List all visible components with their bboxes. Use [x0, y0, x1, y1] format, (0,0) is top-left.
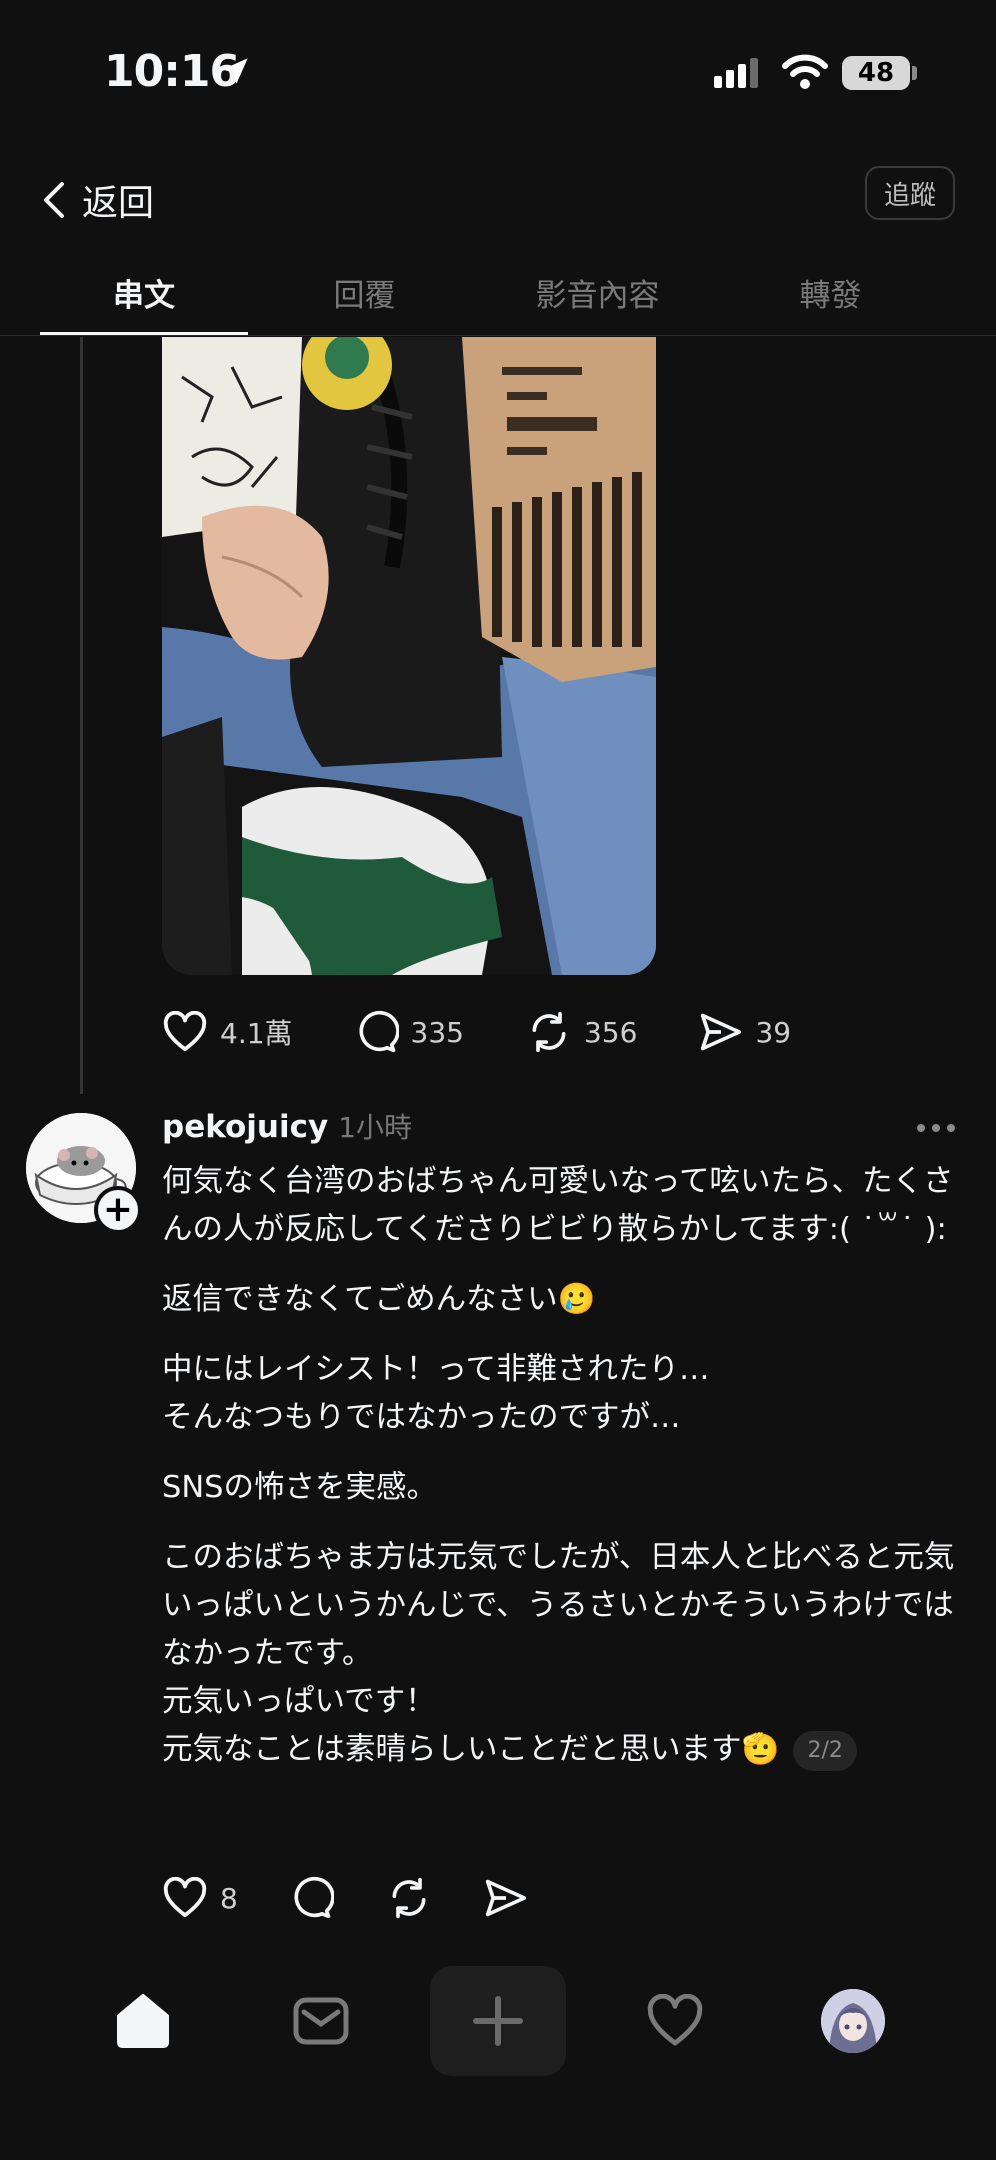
- share-button[interactable]: [484, 1877, 528, 1919]
- post-photo[interactable]: [162, 337, 656, 975]
- post-timestamp: 1小時: [338, 1111, 413, 1144]
- more-dot: [917, 1124, 925, 1132]
- send-icon: [485, 1879, 526, 1917]
- post-paragraph: 返信できなくてごめんなさい🥲: [162, 1282, 596, 1317]
- back-button[interactable]: 返回: [40, 170, 154, 230]
- tab-threads[interactable]: 串文: [40, 260, 248, 335]
- reply-post-actions: 8: [162, 1876, 528, 1920]
- status-bar: 10:16 48: [0, 0, 996, 150]
- main-post-actions: 4.1萬 335 356 39: [162, 1010, 791, 1054]
- post-paragraph: 何気なく台湾のおばちゃん可愛いなって呟いたら、たくさんの人が反応してくださりビビ…: [162, 1164, 954, 1247]
- like-button[interactable]: 4.1萬: [162, 1011, 293, 1053]
- page-indicator-badge: 2/2: [793, 1730, 857, 1771]
- bottom-tab-bar: [0, 1960, 996, 2080]
- heart-icon: [163, 1011, 207, 1052]
- post-paragraph: SNSの怖さを実感。: [162, 1470, 438, 1505]
- repost-icon: [532, 1011, 566, 1053]
- post-paragraph-text: 元気なことは素晴らしいことだと思います🫡: [162, 1732, 780, 1767]
- cellular-signal-icon: [714, 58, 758, 88]
- post-paragraph: 中にはレイシスト！って非難されたり…: [162, 1352, 710, 1387]
- username[interactable]: pekojuicy: [162, 1109, 328, 1145]
- repost-count: 356: [583, 1015, 638, 1049]
- follow-plus-button[interactable]: +: [94, 1186, 142, 1234]
- wifi-icon: [782, 54, 828, 89]
- comment-button[interactable]: [290, 1876, 334, 1920]
- threads-post-page: 10:16 48 返回 追蹤 串文 回覆 影音內容 轉發 4.1萬 335 35…: [0, 0, 996, 2160]
- more-dot: [947, 1124, 955, 1132]
- comment-bubble-icon: [294, 1876, 334, 1919]
- like-button[interactable]: 8: [162, 1877, 238, 1919]
- heart-icon: [647, 1994, 703, 2046]
- inbox-icon: [293, 1997, 349, 2045]
- post-paragraph: 元気いっぱいです！: [162, 1684, 436, 1719]
- back-label: 返回: [82, 183, 155, 224]
- comment-bubble-icon: [359, 1010, 399, 1053]
- share-count: 39: [755, 1015, 792, 1049]
- repost-icon: [392, 1877, 426, 1919]
- share-button[interactable]: 39: [699, 1011, 791, 1053]
- heart-icon: [163, 1877, 207, 1918]
- profile-avatar: [821, 1989, 885, 2053]
- compose-button[interactable]: [430, 1966, 566, 2076]
- battery-indicator: 48: [842, 56, 910, 90]
- comment-button[interactable]: 335: [355, 1010, 464, 1054]
- more-dot: [932, 1124, 940, 1132]
- tab-media[interactable]: 影音內容: [481, 260, 714, 335]
- post-paragraph: そんなつもりではなかったのですが…: [162, 1400, 681, 1435]
- thread-connector-line: [80, 337, 83, 1094]
- tab-replies[interactable]: 回覆: [248, 260, 481, 335]
- nav-activity[interactable]: [620, 1966, 730, 2076]
- nav-home[interactable]: [88, 1966, 198, 2076]
- more-options-button[interactable]: [912, 1118, 960, 1138]
- top-header: 返回 追蹤: [0, 150, 996, 250]
- home-icon: [117, 1994, 169, 2048]
- post-paragraph: このおばちゃま方は元気でしたが、日本人と比べると元気いっぱいというかんじで、うる…: [162, 1540, 955, 1671]
- nav-inbox[interactable]: [266, 1966, 376, 2076]
- profile-tabs: 串文 回覆 影音內容 轉發: [0, 260, 996, 336]
- profile-avatar-illustration: [821, 1989, 885, 2053]
- like-count: 8: [220, 1881, 238, 1915]
- reply-post-header: pekojuicy 1小時: [162, 1106, 412, 1150]
- comment-count: 335: [410, 1015, 464, 1049]
- send-icon: [701, 1013, 742, 1051]
- plus-icon: [473, 1996, 523, 2046]
- tab-reposts[interactable]: 轉發: [714, 260, 947, 335]
- nav-profile[interactable]: [798, 1966, 908, 2076]
- chevron-left-icon: [44, 182, 64, 218]
- follow-button[interactable]: 追蹤: [865, 166, 955, 220]
- post-paragraph-last: 元気なことは素晴らしいことだと思います🫡 2/2: [162, 1726, 962, 1774]
- photo-illustration: [162, 337, 656, 975]
- reply-post-body: 何気なく台湾のおばちゃん可愛いなって呟いたら、たくさんの人が反応してくださりビビ…: [162, 1158, 962, 1774]
- battery-tip: [912, 66, 917, 80]
- location-arrow-icon: [222, 58, 248, 84]
- repost-button[interactable]: 356: [526, 1010, 637, 1054]
- like-count: 4.1萬: [220, 1017, 293, 1050]
- repost-button[interactable]: [386, 1876, 432, 1920]
